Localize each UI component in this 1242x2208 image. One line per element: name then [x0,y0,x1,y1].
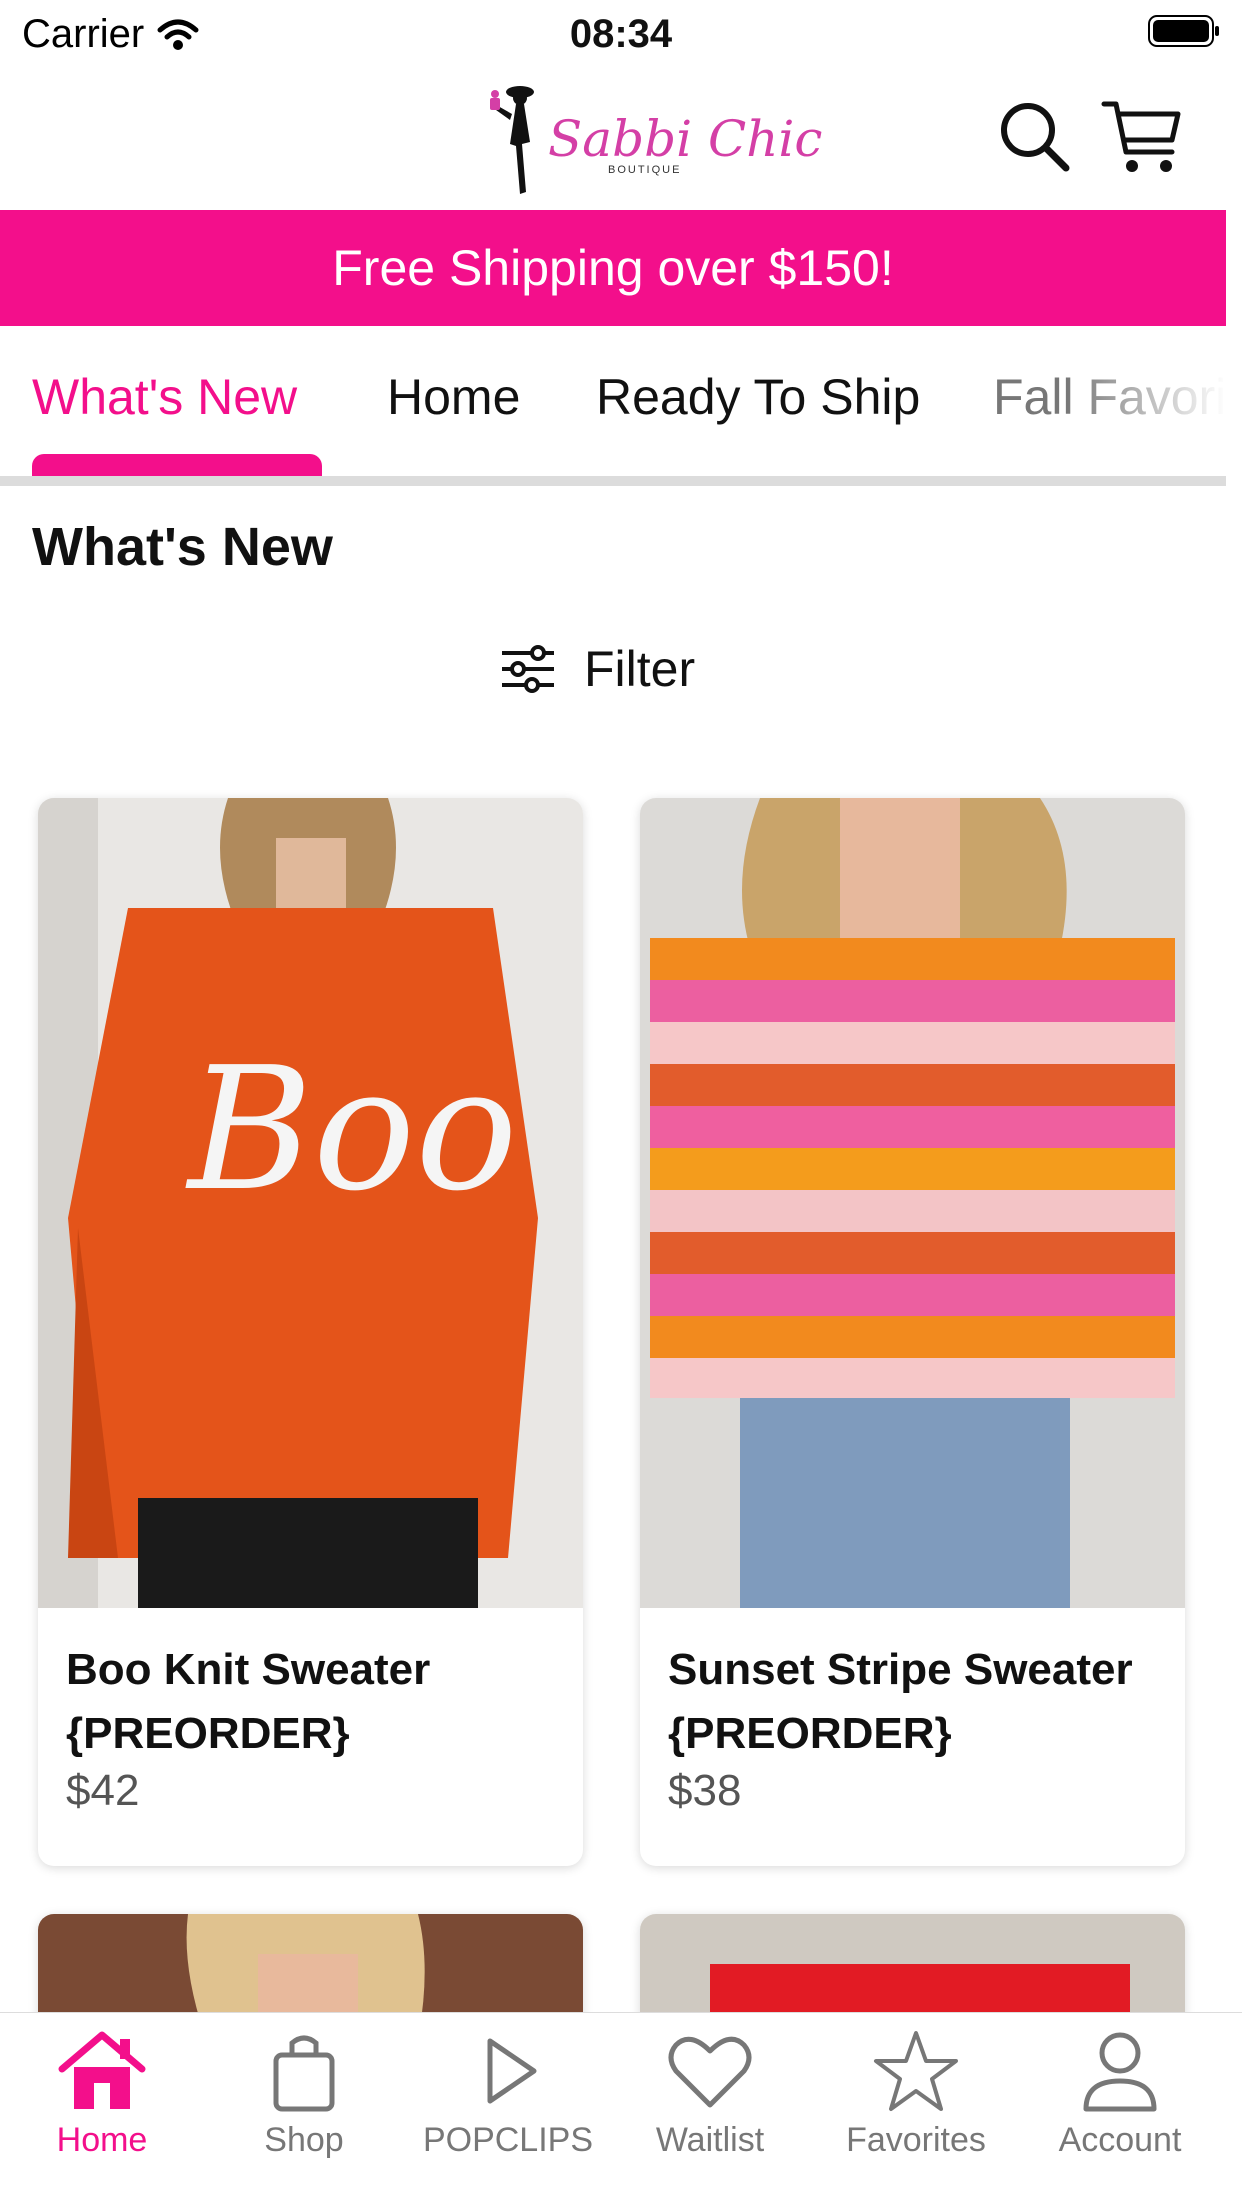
cart-icon [1101,101,1181,172]
cart-button[interactable] [1100,96,1184,180]
filter-label: Filter [584,641,696,697]
play-icon [487,2038,537,2104]
tabbar-shop[interactable]: Shop [214,2029,394,2160]
app-header: Sabbi Chic BOUTIQUE [0,66,1242,210]
tabbar-waitlist-label: Waitlist [655,2121,765,2159]
tab-home[interactable]: Home [387,368,520,426]
product-name[interactable]: Boo Knit Sweater {PREORDER} [66,1638,563,1766]
clock: 08:34 [569,12,673,56]
sliders-icon [502,645,554,693]
sweater-print: Boo [185,1031,518,1229]
star-icon [874,2031,958,2111]
tab-ready-to-ship[interactable]: Ready To Ship [596,368,920,426]
promo-banner[interactable]: Free Shipping over $150! [0,210,1226,326]
tabbar-account[interactable]: Account [1030,2029,1210,2160]
tabbar-shop-label: Shop [264,2121,344,2159]
home-icon [58,2031,146,2109]
filter-button[interactable]: Filter [500,640,695,698]
category-tabs: What's New Home Ready To Ship Fall Favor… [0,326,1226,486]
product-price: $38 [668,1766,742,1815]
promo-text: Free Shipping over $150! [332,240,894,296]
section-title: What's New [32,517,333,577]
active-tab-indicator [32,454,322,476]
bag-icon [273,2035,335,2112]
product-price: $42 [66,1766,140,1815]
product-image[interactable] [640,798,1185,1608]
tabbar-favorites-label: Favorites [846,2121,986,2159]
tabbar-waitlist[interactable]: Waitlist [620,2029,800,2160]
person-icon [1083,2032,1157,2112]
tabbar-home-label: Home [56,2121,148,2159]
tabbar-favorites[interactable]: Favorites [826,2029,1006,2160]
product-name[interactable]: Sunset Stripe Sweater {PREORDER} [668,1638,1165,1766]
brand-subtitle: BOUTIQUE [608,164,682,176]
search-icon [1001,103,1070,172]
product-card[interactable]: Sunset Stripe Sweater {PREORDER} $38 [640,798,1185,1866]
tab-whats-new[interactable]: What's New [32,368,297,426]
bottom-tab-bar: Home Shop POPCLIPS Waitlist Favorites Ac… [0,2012,1242,2208]
status-bar: Carrier 08:34 [0,0,1242,66]
tabbar-account-label: Account [1058,2121,1182,2159]
product-card[interactable]: Boo Boo Knit Sweater {PREORDER} $42 [38,798,583,1866]
product-image[interactable]: Boo [38,798,583,1608]
heart-icon [668,2036,752,2108]
brand-name: Sabbi Chic [548,110,823,168]
search-button[interactable] [994,96,1078,180]
tabbar-home[interactable]: Home [12,2029,192,2160]
tabbar-popclips-label: POPCLIPS [422,2121,594,2159]
tab-scroll-fade [1066,326,1226,476]
tabbar-popclips[interactable]: POPCLIPS [418,2029,598,2160]
battery-icon [1148,15,1219,47]
